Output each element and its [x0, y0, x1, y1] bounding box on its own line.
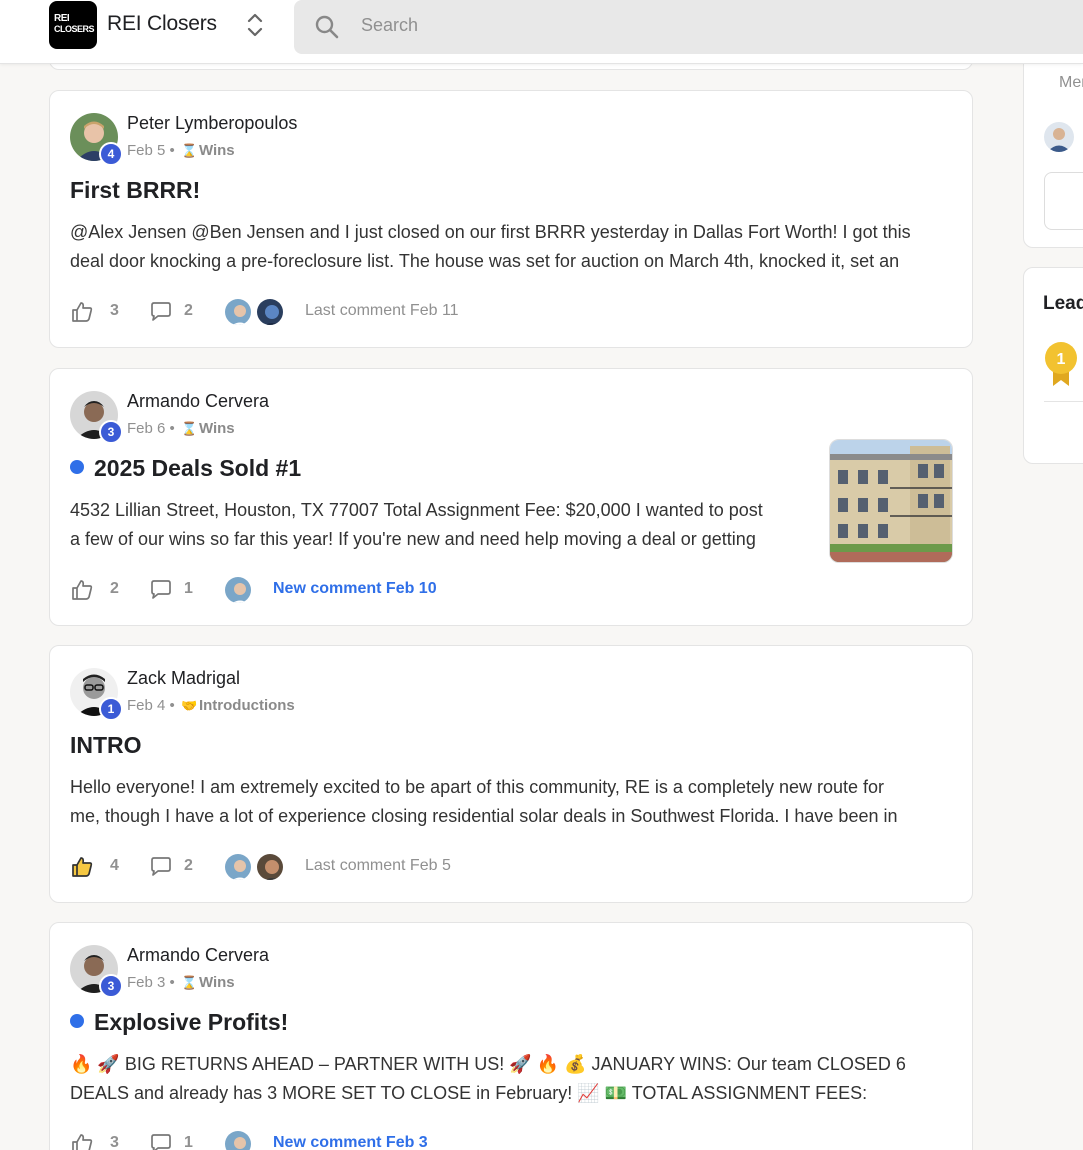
like-count: 3: [110, 302, 119, 319]
comment-count: 2: [184, 302, 193, 319]
post-excerpt[interactable]: Hello everyone! I am extremely excited t…: [70, 773, 898, 831]
comment-icon[interactable]: [149, 300, 173, 324]
author-name[interactable]: Zack Madrigal: [127, 668, 240, 689]
post-title-text: 2025 Deals Sold #1: [94, 455, 302, 481]
group-info-card: Mer: [1023, 40, 1083, 248]
commenter-avatar[interactable]: [255, 297, 285, 327]
post-actions: 2 1 New comment Feb 10: [70, 575, 950, 605]
comment-icon[interactable]: [149, 1132, 173, 1150]
post-date: Feb 5: [127, 142, 166, 159]
post-actions: 3 2 Last comment Feb 11: [70, 297, 950, 327]
post-thumbnail-image[interactable]: [829, 439, 953, 563]
level-badge: 1: [99, 697, 123, 721]
excerpt-line: Hello everyone! I am extremely excited t…: [70, 777, 885, 797]
excerpt-line: 4532 Lillian Street, Houston, TX 77007 T…: [70, 500, 763, 520]
group-name[interactable]: REI Closers: [107, 12, 217, 36]
post-card[interactable]: 3 Armando Cervera Feb 6 • ⌛ Wins 2025 Dea…: [49, 368, 973, 626]
post-actions: 3 1 New comment Feb 3: [70, 1129, 950, 1150]
level-badge: 3: [99, 974, 123, 998]
liked-icon[interactable]: [70, 855, 94, 879]
comment-count: 1: [184, 1134, 193, 1150]
comment-icon[interactable]: [149, 855, 173, 879]
commenter-avatar[interactable]: [255, 852, 285, 882]
excerpt-line: me, though I have a lot of experience cl…: [70, 806, 898, 826]
comment-count: 1: [184, 580, 193, 597]
like-count: 2: [110, 580, 119, 597]
logo-text-line2: CLOSERS: [54, 24, 95, 34]
post-category[interactable]: Wins: [199, 974, 235, 991]
leaderboard-title: Lead: [1043, 293, 1083, 314]
post-meta: Feb 5 • ⌛ Wins: [127, 142, 235, 159]
post-category[interactable]: Introductions: [199, 697, 295, 714]
post-excerpt[interactable]: 4532 Lillian Street, Houston, TX 77007 T…: [70, 496, 763, 554]
invite-button[interactable]: [1044, 172, 1083, 230]
group-logo[interactable]: REI CLOSERS: [49, 1, 97, 49]
post-meta: Feb 4 • 🤝 Introductions: [127, 697, 295, 714]
author-name[interactable]: Armando Cervera: [127, 391, 269, 412]
post-title[interactable]: Explosive Profits!: [70, 1009, 288, 1036]
post-title-text: Explosive Profits!: [94, 1009, 289, 1035]
top-bar: REI CLOSERS REI Closers Search: [0, 0, 1083, 64]
commenter-avatar[interactable]: [223, 575, 253, 605]
post-title[interactable]: INTRO: [70, 732, 142, 759]
unread-dot: [70, 460, 84, 474]
unread-dot: [70, 1014, 84, 1028]
like-count: 3: [110, 1134, 119, 1150]
excerpt-line: a few of our wins so far this year! If y…: [70, 529, 756, 549]
like-count: 4: [110, 857, 119, 874]
post-date: Feb 3: [127, 974, 166, 991]
divider: [1044, 401, 1083, 402]
last-comment-text[interactable]: Last comment Feb 11: [305, 302, 459, 320]
level-badge: 4: [99, 142, 123, 166]
handshake-icon: 🤝: [180, 698, 198, 713]
commenter-avatar[interactable]: [223, 297, 253, 327]
excerpt-line: @Alex Jensen @Ben Jensen and I just clos…: [70, 222, 911, 242]
like-icon[interactable]: [70, 578, 94, 602]
post-card[interactable]: 1 Zack Madrigal Feb 4 • 🤝 Introductions I…: [49, 645, 973, 903]
comment-count: 2: [184, 857, 193, 874]
gold-medal-icon: 1: [1045, 342, 1077, 386]
excerpt-line: 🔥 🚀 BIG RETURNS AHEAD – PARTNER WITH US!…: [70, 1054, 906, 1074]
last-comment-text[interactable]: Last comment Feb 5: [305, 857, 451, 875]
member-avatar[interactable]: [1044, 122, 1074, 152]
search-placeholder: Search: [361, 15, 419, 35]
post-card[interactable]: 3 Armando Cervera Feb 3 • ⌛ Wins Explosiv…: [49, 922, 973, 1150]
post-card[interactable]: 4 Peter Lymberopoulos Feb 5 • ⌛ Wins Firs…: [49, 90, 973, 348]
post-category[interactable]: Wins: [199, 142, 235, 159]
post-title[interactable]: 2025 Deals Sold #1: [70, 455, 301, 482]
level-badge: 3: [99, 420, 123, 444]
author-name[interactable]: Peter Lymberopoulos: [127, 113, 297, 134]
new-comment-link[interactable]: New comment Feb 3: [273, 1134, 428, 1150]
commenter-avatar[interactable]: [223, 1129, 253, 1150]
hourglass-icon: ⌛: [180, 143, 198, 158]
logo-text-line1: REI: [54, 13, 70, 24]
post-actions: 4 2 Last comment Feb 5: [70, 852, 950, 882]
comment-icon[interactable]: [149, 578, 173, 602]
post-meta: Feb 3 • ⌛ Wins: [127, 974, 235, 991]
group-switcher-chevron-icon[interactable]: [243, 11, 267, 39]
post-category[interactable]: Wins: [199, 420, 235, 437]
leaderboard-card: Lead 1: [1023, 267, 1083, 464]
commenter-avatar[interactable]: [223, 852, 253, 882]
like-icon[interactable]: [70, 1132, 94, 1150]
hourglass-icon: ⌛: [180, 975, 198, 990]
excerpt-line: deal door knocking a pre-foreclosure lis…: [70, 251, 900, 271]
new-comment-link[interactable]: New comment Feb 10: [273, 580, 437, 598]
post-excerpt[interactable]: 🔥 🚀 BIG RETURNS AHEAD – PARTNER WITH US!…: [70, 1050, 906, 1108]
author-name[interactable]: Armando Cervera: [127, 945, 269, 966]
members-label[interactable]: Mer: [1059, 74, 1083, 92]
post-title[interactable]: First BRRR!: [70, 177, 200, 204]
post-meta: Feb 6 • ⌛ Wins: [127, 420, 235, 437]
search-icon: [315, 15, 339, 39]
search-input[interactable]: Search: [294, 0, 1083, 54]
excerpt-line: DEALS and already has 3 MORE SET TO CLOS…: [70, 1083, 868, 1103]
post-date: Feb 4: [127, 697, 166, 714]
hourglass-icon: ⌛: [180, 421, 198, 436]
like-icon[interactable]: [70, 300, 94, 324]
post-excerpt[interactable]: @Alex Jensen @Ben Jensen and I just clos…: [70, 218, 911, 276]
post-date: Feb 6: [127, 420, 166, 437]
leader-rank: 1: [1057, 351, 1066, 368]
